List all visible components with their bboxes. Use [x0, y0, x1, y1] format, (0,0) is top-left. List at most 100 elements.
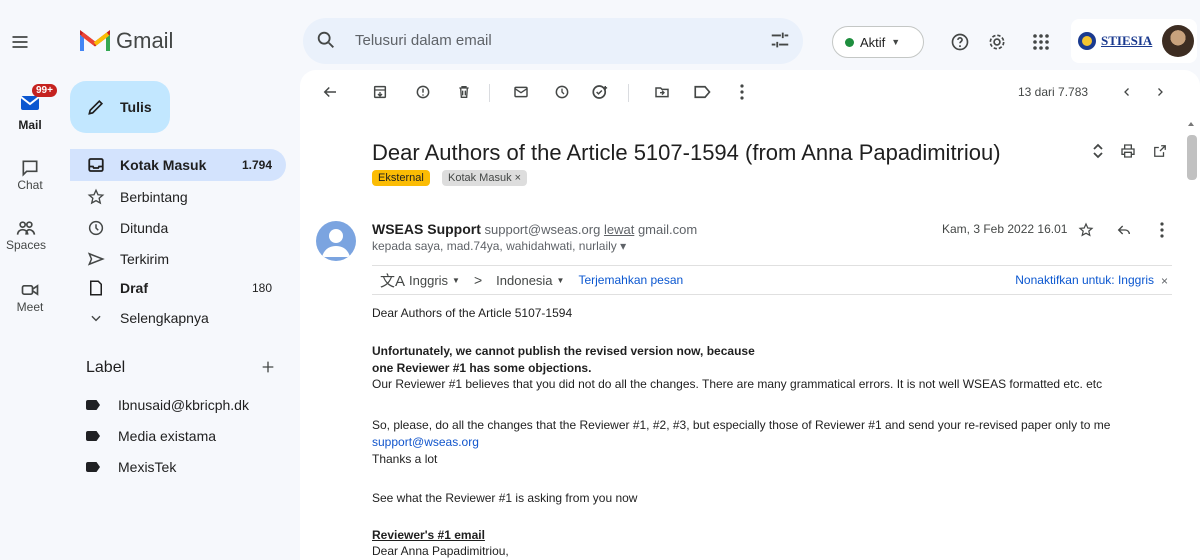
via-domain: gmail.com [637, 222, 698, 237]
move-to-button[interactable] [650, 80, 674, 104]
reply-button[interactable] [1114, 220, 1134, 240]
via-link[interactable]: lewat [604, 222, 634, 237]
clock-icon [555, 85, 569, 99]
labels-heading: Label [86, 359, 126, 376]
body-bold-line: Unfortunately, we cannot publish the rev… [372, 344, 755, 358]
print-icon [1121, 144, 1135, 158]
nav-label: Terkirim [120, 251, 169, 267]
newer-button[interactable] [1115, 80, 1139, 104]
target-language: Indonesia [496, 272, 553, 288]
star-icon [86, 187, 106, 207]
account-switcher[interactable]: STIESIA [1071, 19, 1197, 63]
mark-unread-button[interactable] [509, 80, 533, 104]
nav-label: Kotak Masuk [120, 157, 207, 173]
report-spam-button[interactable] [411, 80, 435, 104]
status-selector[interactable]: Aktif ▼ [832, 26, 924, 58]
translate-message-link[interactable]: Terjemahkan pesan [578, 273, 683, 287]
folder-move-icon [655, 87, 669, 98]
nav-more[interactable]: Selengkapnya [70, 302, 286, 334]
translate-icon: 文A [380, 272, 406, 290]
nav-count: 180 [251, 281, 272, 295]
scroll-thumb[interactable] [1187, 135, 1197, 180]
search-bar[interactable]: Telusuri dalam email [303, 18, 803, 64]
label-tag-icon [86, 431, 100, 441]
nav-label: Selengkapnya [120, 310, 209, 326]
delete-button[interactable] [452, 80, 476, 104]
target-language-selector[interactable]: Indonesia ▼ [496, 273, 564, 288]
spam-icon [416, 85, 430, 99]
compose-button[interactable]: Tulis [70, 81, 170, 133]
avatar[interactable] [1162, 25, 1195, 57]
nav-starred[interactable]: Berbintang [70, 181, 286, 213]
close-icon[interactable]: × [1161, 274, 1168, 288]
star-button[interactable] [1076, 220, 1096, 240]
sender-avatar[interactable] [316, 221, 356, 261]
rail-meet[interactable]: Meet [0, 280, 60, 314]
star-icon [1078, 222, 1094, 237]
gmail-logo[interactable]: Gmail [80, 28, 173, 54]
rail-label: Chat [17, 178, 43, 192]
inbox-chip[interactable]: Kotak Masuk × [442, 170, 528, 186]
settings-button[interactable] [985, 30, 1009, 54]
help-icon [951, 33, 969, 51]
rail-spaces[interactable]: Spaces [0, 218, 56, 252]
label-tag-icon [86, 462, 100, 472]
source-language-selector[interactable]: 文A Inggris ▼ [380, 270, 460, 291]
disable-translation-link[interactable]: Nonaktifkan untuk: Inggris [1015, 273, 1154, 287]
rail-label: Meet [16, 300, 44, 314]
support-email-link[interactable]: support@wseas.org [372, 435, 479, 449]
rail-label: Mail [18, 118, 42, 132]
nav-sent[interactable]: Terkirim [70, 243, 286, 275]
search-options-icon[interactable] [769, 29, 791, 51]
chevron-down-icon: ▼ [452, 275, 460, 285]
archive-button[interactable] [368, 80, 392, 104]
arrow-left-icon [323, 86, 336, 98]
label-name: Ibnusaid@kbricph.dk [118, 397, 249, 413]
nav-drafts[interactable]: Draf 180 [70, 272, 286, 304]
rail-mail[interactable]: 99+ Mail [0, 84, 60, 132]
apps-grid-icon [1033, 34, 1049, 50]
nav-inbox[interactable]: Kotak Masuk 1.794 [70, 149, 286, 181]
body-bold-line: one Reviewer #1 has some objections. [372, 361, 592, 375]
spaces-icon [16, 221, 36, 235]
search-icon[interactable] [315, 29, 337, 51]
help-button[interactable] [948, 30, 972, 54]
main-menu-button[interactable] [6, 28, 34, 56]
archive-icon [373, 85, 387, 99]
more-vertical-icon [1160, 222, 1164, 238]
scrollbar[interactable] [1186, 120, 1196, 560]
print-button[interactable] [1118, 141, 1138, 161]
video-camera-icon [21, 284, 39, 296]
open-new-window-button[interactable] [1150, 141, 1170, 161]
sender-name[interactable]: WSEAS Support [372, 221, 481, 237]
mail-icon: 99+ [10, 84, 57, 118]
rail-chat[interactable]: Chat [0, 158, 60, 192]
label-name: Media existama [118, 428, 217, 444]
search-input[interactable]: Telusuri dalam email [355, 32, 492, 49]
expand-all-button[interactable] [1088, 141, 1108, 161]
snooze-button[interactable] [550, 80, 574, 104]
nav-snoozed[interactable]: Ditunda [70, 212, 286, 244]
chevron-down-icon: ▼ [556, 275, 565, 285]
label-item[interactable]: Media existama [86, 423, 216, 449]
app-name: Gmail [116, 28, 174, 53]
label-item[interactable]: Ibnusaid@kbricph.dk [86, 392, 249, 418]
back-button[interactable] [318, 80, 342, 104]
chat-icon [22, 160, 38, 177]
trash-icon [459, 86, 469, 98]
older-button[interactable] [1148, 80, 1172, 104]
message-more-button[interactable] [1152, 220, 1172, 240]
label-item[interactable]: MexisTek [86, 454, 176, 480]
add-task-button[interactable] [588, 80, 612, 104]
more-options-button[interactable] [730, 80, 754, 104]
body-paragraph: Our Reviewer #1 believes that you did no… [372, 377, 1103, 391]
apps-button[interactable] [1029, 30, 1053, 54]
sender-line: WSEAS Support support@wseas.org lewat gm… [372, 221, 697, 237]
labels-button[interactable] [690, 80, 714, 104]
body-paragraph: So, please, do all the changes that the … [372, 418, 1111, 432]
add-label-button[interactable] [256, 355, 280, 379]
body-thanks: Thanks a lot [372, 452, 438, 466]
scroll-up-icon[interactable] [1186, 120, 1196, 128]
recipients[interactable]: kepada saya, mad.74ya, wahidahwati, nurl… [372, 239, 626, 253]
support-email[interactable]: support@wseas.org [372, 435, 479, 449]
